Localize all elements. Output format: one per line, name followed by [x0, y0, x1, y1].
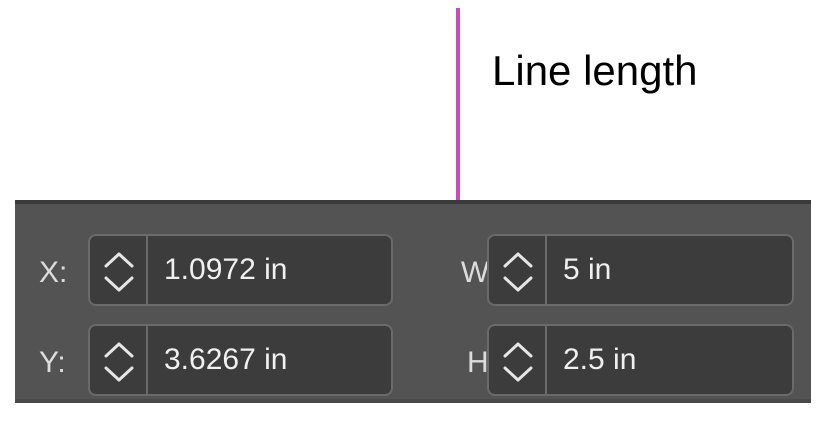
x-stepper[interactable]: [90, 236, 148, 304]
panel-divider: [15, 399, 811, 403]
transform-panel: X: 1.0972 in W: 5 in Y: 3.6267 in H: 2.5…: [15, 200, 811, 403]
y-field[interactable]: 3.6267 in: [88, 324, 393, 396]
chevron-up-down-icon: [104, 252, 134, 292]
x-field[interactable]: 1.0972 in: [88, 234, 393, 306]
x-value[interactable]: 1.0972 in: [164, 236, 287, 304]
y-stepper[interactable]: [90, 326, 148, 394]
chevron-up-down-icon: [503, 252, 533, 292]
w-value[interactable]: 5 in: [563, 236, 611, 304]
y-value[interactable]: 3.6267 in: [164, 326, 287, 394]
h-stepper[interactable]: [489, 326, 547, 394]
h-value[interactable]: 2.5 in: [563, 326, 636, 394]
w-field[interactable]: 5 in: [487, 234, 794, 306]
chevron-up-down-icon: [104, 342, 134, 382]
h-field[interactable]: 2.5 in: [487, 324, 794, 396]
w-stepper[interactable]: [489, 236, 547, 304]
annotation-label: Line length: [492, 47, 698, 94]
chevron-up-down-icon: [503, 342, 533, 382]
position-size-row-2: Y: 3.6267 in H: 2.5 in: [15, 324, 811, 402]
position-size-row-1: X: 1.0972 in W: 5 in: [15, 234, 811, 312]
screenshot-stage: Line length X: 1.0972 in W: 5 in Y: 3.62…: [0, 0, 825, 422]
